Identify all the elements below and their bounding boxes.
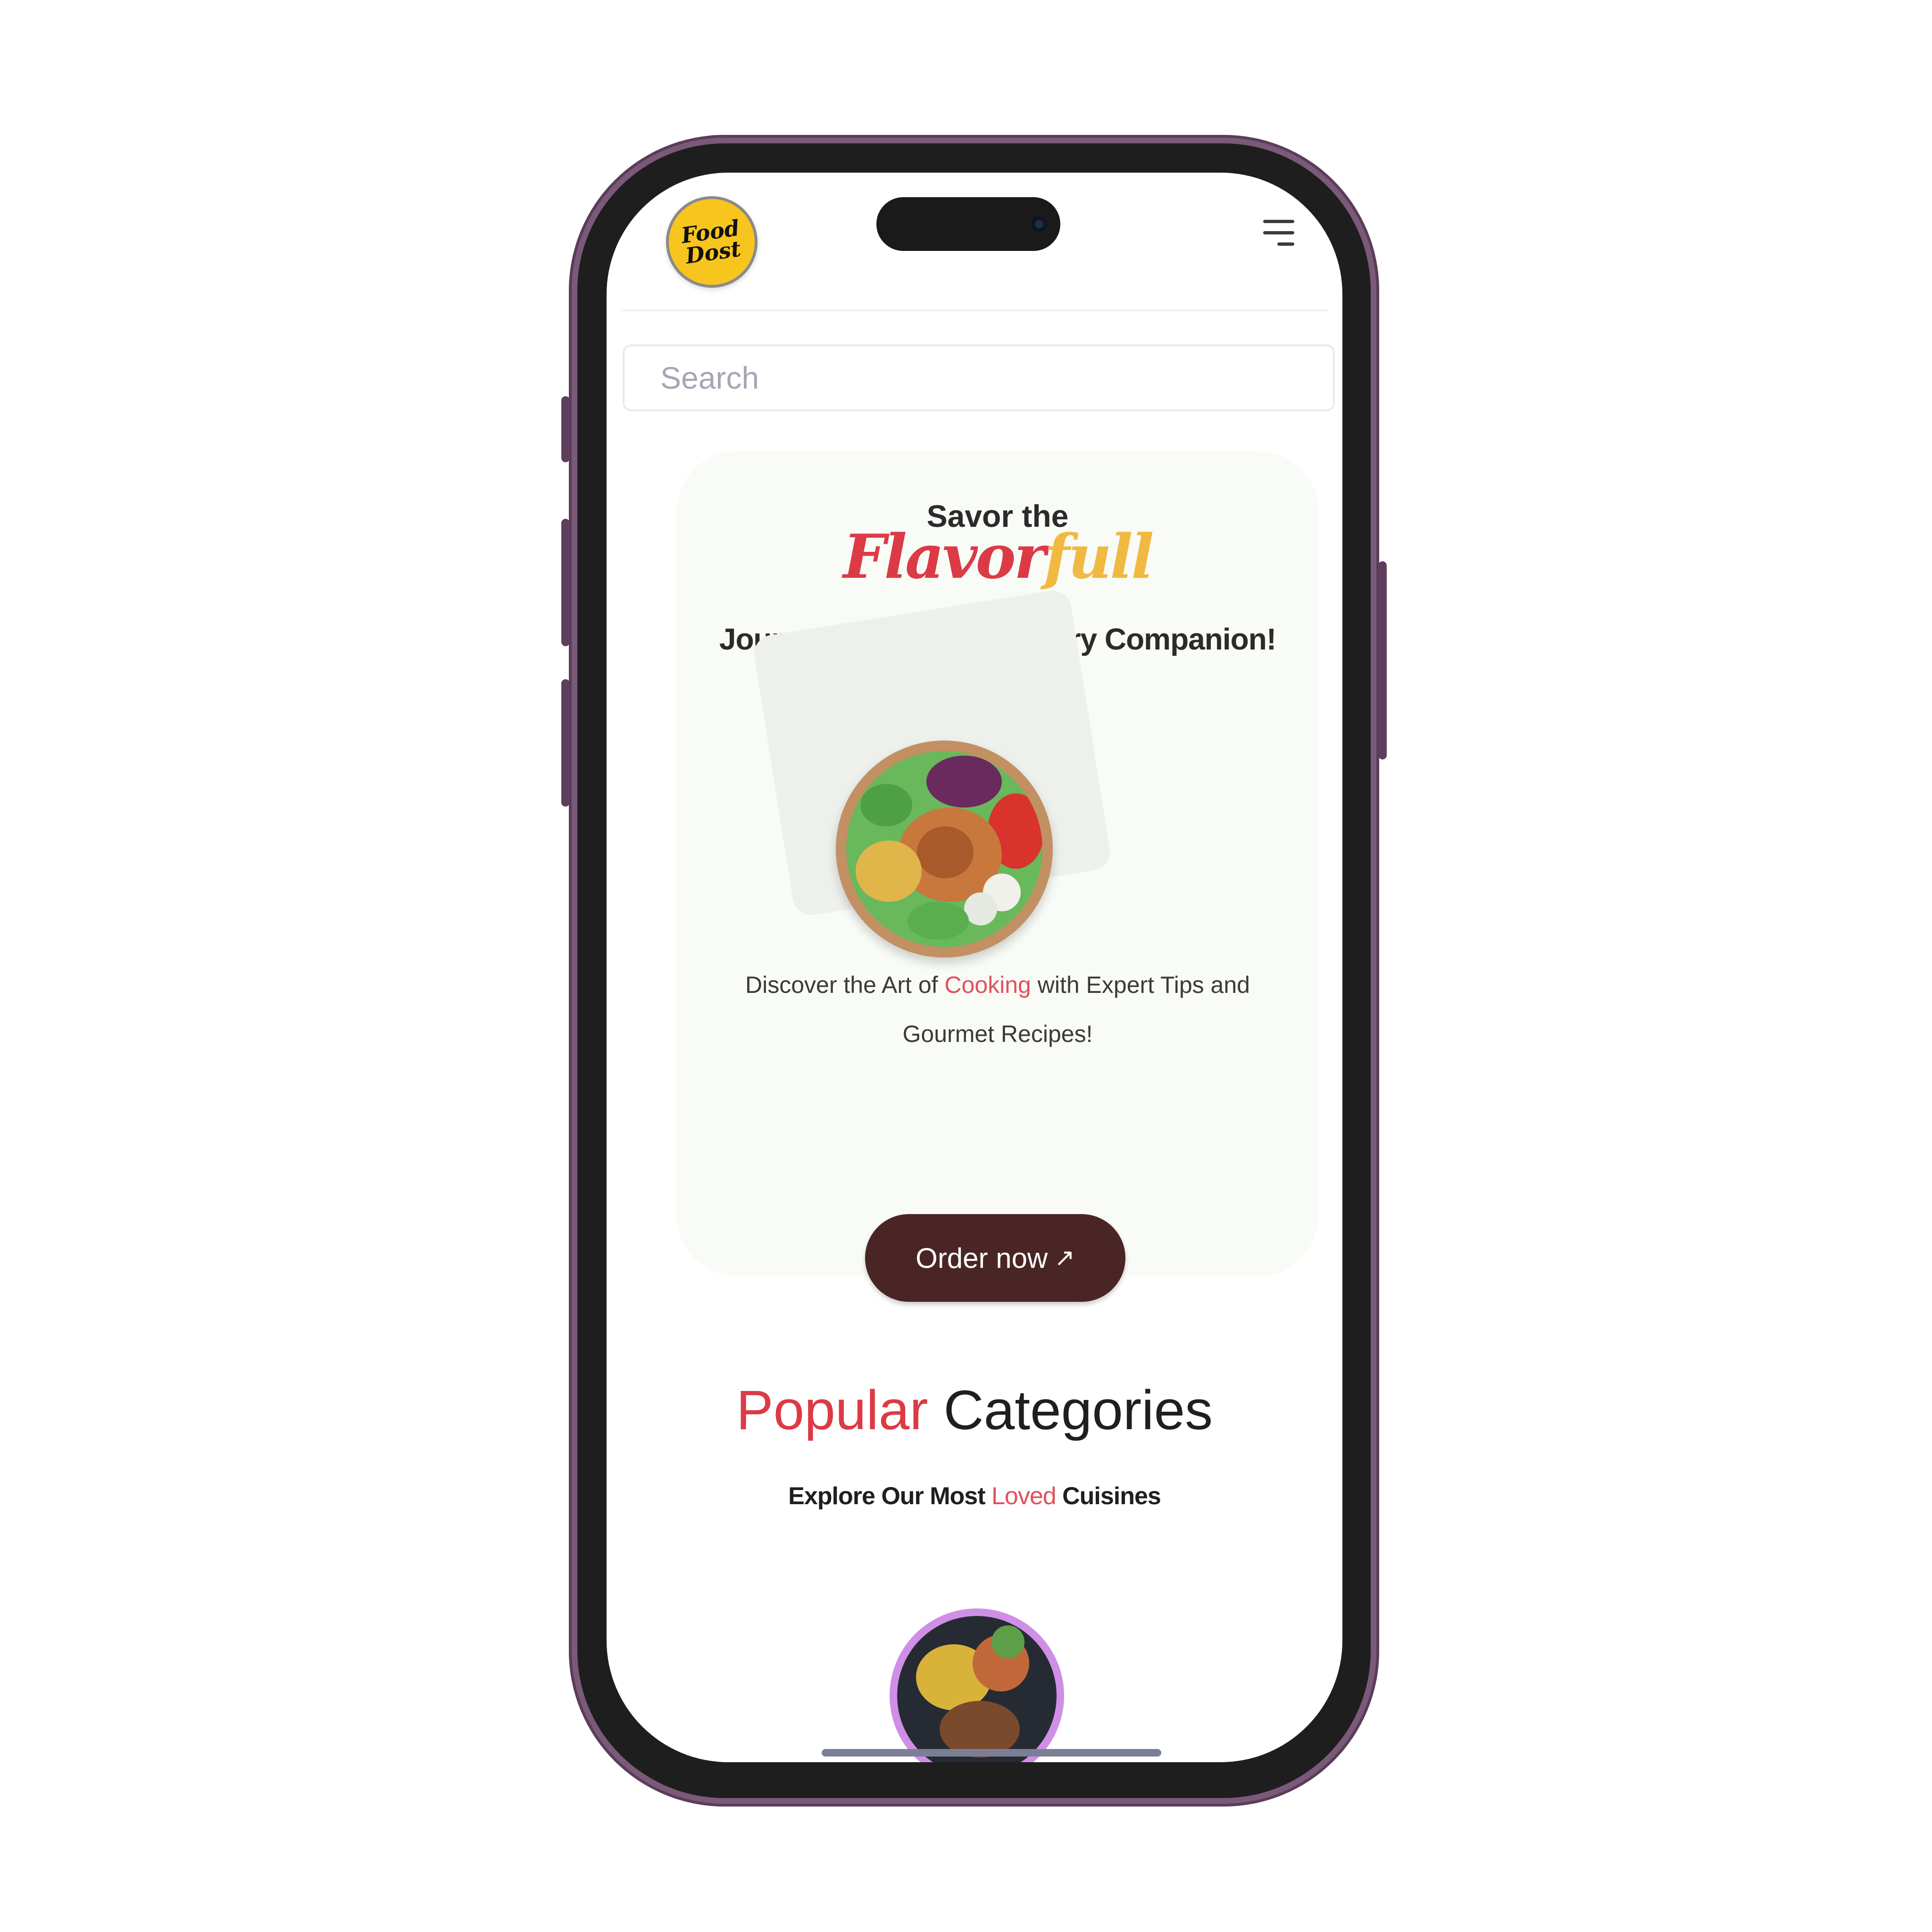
menu-bar-bottom xyxy=(1277,242,1294,246)
herb xyxy=(991,1625,1024,1658)
hero-description: Discover the Art of Cooking with Expert … xyxy=(719,960,1276,1058)
popular-categories-subtitle: Explore Our Most Loved Cuisines xyxy=(607,1482,1342,1510)
order-now-label: Order now xyxy=(916,1242,1048,1274)
category-food-image xyxy=(897,1616,1057,1762)
order-now-button[interactable]: Order now ↗ xyxy=(865,1214,1125,1302)
menu-bar-middle xyxy=(1263,231,1294,234)
desc-before: Discover the Art of xyxy=(745,972,945,998)
greens xyxy=(860,784,912,826)
category-thumbnail[interactable] xyxy=(890,1608,1064,1762)
hero-flavorfull-script: Flavorfull xyxy=(676,522,1319,592)
arrow-up-right-icon: ↗ xyxy=(1054,1244,1075,1272)
flavor-text: Flavor xyxy=(843,522,1046,592)
chicken-seared xyxy=(917,826,974,878)
search-box[interactable] xyxy=(623,344,1335,411)
search-input[interactable] xyxy=(625,346,1333,409)
header-divider xyxy=(621,309,1328,311)
sub-before: Explore Our Most xyxy=(788,1482,991,1510)
greens-bottom xyxy=(908,902,969,940)
desc-accent: Cooking xyxy=(944,972,1031,998)
logo-line2: Dost xyxy=(684,235,743,269)
salad-contents xyxy=(846,751,1042,947)
sub-after: Cuisines xyxy=(1056,1482,1161,1510)
salad-bowl-image xyxy=(836,741,1053,958)
phone-screen: Food Dost Savor the Flavorfull Journey w… xyxy=(607,173,1342,1762)
title-accent: Popular xyxy=(736,1379,928,1441)
menu-bar-top xyxy=(1263,220,1294,223)
hamburger-menu-icon[interactable] xyxy=(1263,220,1297,248)
food-dost-logo[interactable]: Food Dost xyxy=(660,190,764,294)
egg-slice xyxy=(964,892,997,925)
popular-categories-title: Popular Categories xyxy=(607,1378,1342,1442)
full-text: full xyxy=(1044,522,1154,592)
phone-power-button xyxy=(1378,561,1387,759)
title-rest: Categories xyxy=(928,1379,1213,1441)
dynamic-island xyxy=(876,197,1060,251)
sub-accent: Loved xyxy=(991,1482,1057,1510)
corn xyxy=(856,841,922,902)
red-cabbage xyxy=(926,756,1002,808)
camera-icon xyxy=(1031,216,1047,232)
home-indicator[interactable] xyxy=(822,1749,1161,1757)
